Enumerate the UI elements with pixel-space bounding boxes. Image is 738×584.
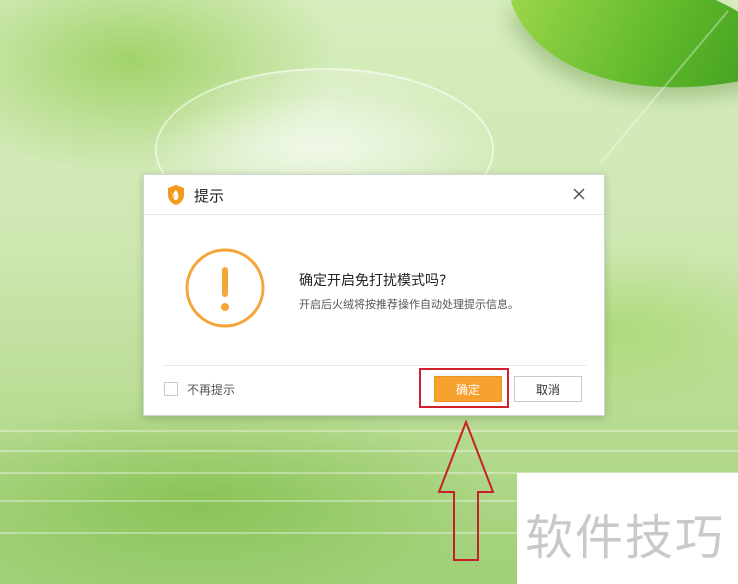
divider <box>162 365 586 366</box>
huorong-shield-icon <box>168 185 184 205</box>
watermark-panel: 软件技巧 <box>517 473 738 584</box>
prompt-dialog: 提示 确定开启免打扰模式吗? 开启后火绒将按推荐操作自动处理提示信息。 不再提示… <box>143 174 605 416</box>
water-ripple <box>0 450 738 452</box>
close-icon[interactable] <box>568 183 590 205</box>
dont-show-again-checkbox[interactable] <box>164 382 178 396</box>
dont-show-again-label[interactable]: 不再提示 <box>187 381 235 398</box>
cancel-button[interactable]: 取消 <box>514 376 582 402</box>
message-title: 确定开启免打扰模式吗? <box>299 273 447 289</box>
warning-exclamation-icon <box>185 248 265 328</box>
annotation-up-arrow-icon <box>437 420 495 561</box>
message-detail: 开启后火绒将按推荐操作自动处理提示信息。 <box>299 298 519 311</box>
annotation-highlight-box <box>419 368 509 408</box>
water-ripple <box>0 430 738 432</box>
green-leaf <box>510 0 738 144</box>
dialog-title: 提示 <box>194 187 225 205</box>
desktop-background: 提示 确定开启免打扰模式吗? 开启后火绒将按推荐操作自动处理提示信息。 不再提示… <box>0 0 738 584</box>
watermark-text: 软件技巧 <box>525 510 726 566</box>
dialog-titlebar: 提示 <box>144 175 604 215</box>
